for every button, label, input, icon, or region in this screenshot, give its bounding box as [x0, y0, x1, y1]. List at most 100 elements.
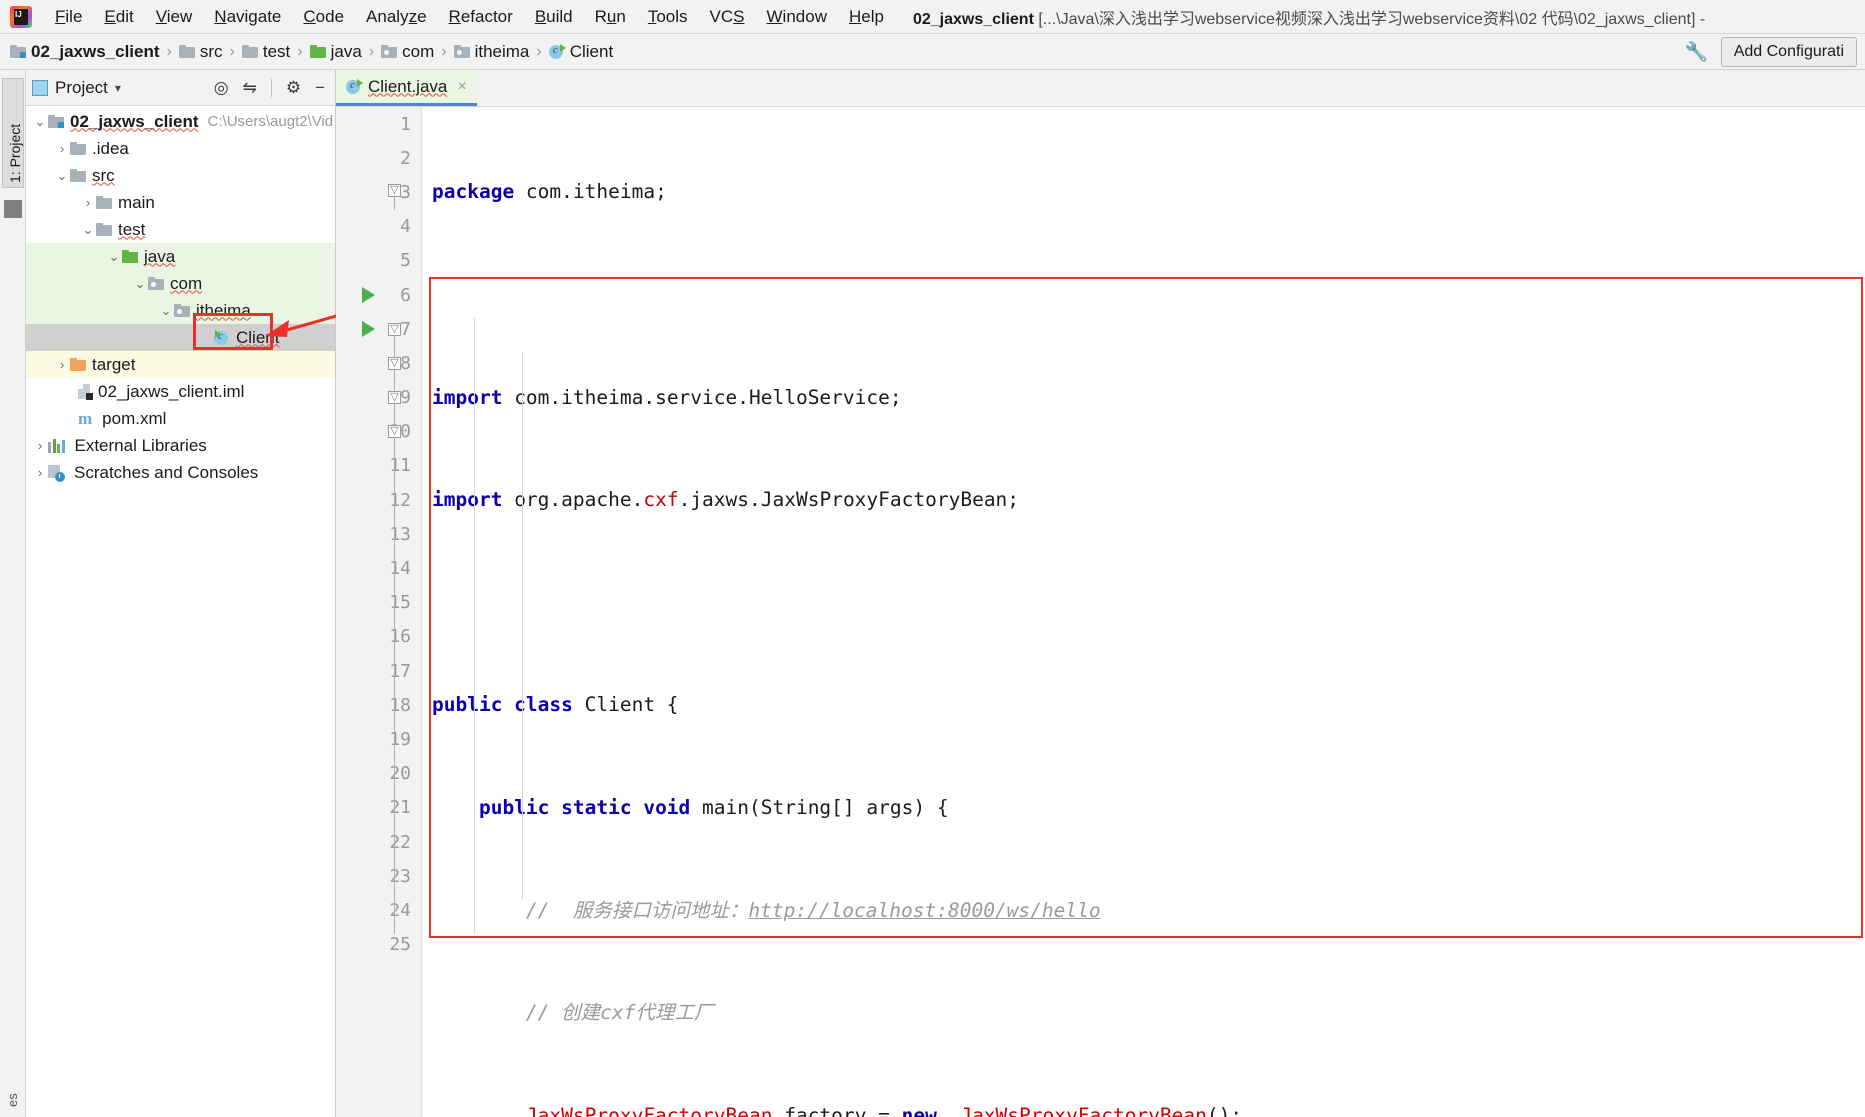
breadcrumb-item-client[interactable]: Client	[548, 41, 614, 62]
menu-view[interactable]: View	[145, 4, 204, 30]
line-number: 15	[389, 592, 411, 614]
tree-node-test[interactable]: ⌄ test	[26, 216, 335, 243]
code-line-10: JaxWsProxyFactoryBean factory = new JaxW…	[525, 1103, 1243, 1117]
menu-bar[interactable]: File Edit View Navigate Code Analyze Ref…	[44, 4, 895, 30]
tree-node-label: pom.xml	[102, 408, 167, 428]
close-icon[interactable]: ×	[457, 78, 466, 96]
iml-file-icon	[78, 383, 93, 400]
line-number: 18	[389, 694, 411, 716]
menu-build[interactable]: Build	[524, 4, 584, 30]
tree-node-main[interactable]: › main	[26, 189, 335, 216]
folder-icon	[96, 223, 112, 236]
expand-arrow-icon[interactable]: ›	[54, 357, 70, 372]
editor-tab-label: Client.java	[368, 76, 448, 96]
line-number: 6	[400, 284, 411, 306]
wrench-icon[interactable]	[1685, 40, 1709, 64]
tool-window-button-structure[interactable]	[4, 200, 22, 218]
run-method-gutter-icon[interactable]	[362, 321, 375, 337]
breadcrumb-item-com[interactable]: com	[381, 42, 434, 62]
chevron-down-icon[interactable]: ▾	[115, 81, 121, 95]
menu-vcs[interactable]: VCS	[699, 4, 756, 30]
intellij-logo-icon	[8, 4, 34, 30]
expand-arrow-icon[interactable]: ⌄	[54, 168, 70, 184]
fold-marker-imports[interactable]: ▽	[388, 184, 401, 197]
menu-navigate[interactable]: Navigate	[203, 4, 292, 30]
menu-file[interactable]: File	[44, 4, 93, 30]
line-number: 13	[389, 523, 411, 545]
tree-node-iml[interactable]: 02_jaxws_client.iml	[26, 378, 335, 405]
tree-node-external-libraries[interactable]: › External Libraries	[26, 432, 335, 459]
gear-icon[interactable]: ⚙	[286, 79, 301, 96]
tree-node-path: C:\Users\augt2\Vid	[207, 113, 334, 130]
code-line-9: // 创建cxf代理工厂	[432, 1001, 714, 1025]
tree-node-src[interactable]: ⌄ src	[26, 162, 335, 189]
fold-marker-method[interactable]: ▽	[388, 323, 401, 336]
expand-arrow-icon[interactable]: ›	[32, 438, 48, 453]
breadcrumb-label: com	[402, 41, 435, 61]
line-number: 16	[389, 626, 411, 648]
menu-refactor[interactable]: Refactor	[438, 4, 524, 30]
fold-marker-comment-3[interactable]: ▽	[388, 425, 401, 438]
line-number: 24	[389, 899, 411, 921]
navigation-bar: 02_jaxws_client › src › test › java › co…	[0, 34, 1865, 70]
menu-tools[interactable]: Tools	[637, 4, 699, 30]
collapse-all-icon[interactable]: ⇋	[243, 79, 257, 96]
tool-window-button-project[interactable]: 1: Project	[2, 78, 24, 188]
line-number: 20	[389, 763, 411, 785]
line-number: 3	[400, 181, 411, 203]
expand-arrow-icon[interactable]: ⌄	[132, 276, 148, 292]
tree-node-pom[interactable]: m pom.xml	[26, 405, 335, 432]
breadcrumb-item-java[interactable]: java	[309, 42, 362, 62]
breadcrumb-item-itheima[interactable]: itheima	[453, 42, 529, 62]
editor-tab-bar: Client.java ×	[336, 70, 1865, 107]
breadcrumb-item-test[interactable]: test	[241, 42, 290, 62]
code-text[interactable]: package com.itheima; import com.itheima.…	[422, 107, 1865, 1117]
menu-help[interactable]: Help	[838, 4, 895, 30]
project-tree: ⌄ 02_jaxws_client C:\Users\augt2\Vid › .…	[26, 106, 335, 486]
fold-marker-comment-2[interactable]: ▽	[388, 391, 401, 404]
breadcrumb-separator: ›	[297, 42, 303, 60]
line-number: 1	[400, 113, 411, 135]
breadcrumb-label: Client	[569, 41, 614, 61]
run-class-gutter-icon[interactable]	[362, 287, 375, 303]
tree-node-client[interactable]: Client	[26, 324, 335, 351]
breadcrumb-separator: ›	[441, 42, 447, 60]
tree-node-target[interactable]: › target	[26, 351, 335, 378]
tree-node-label: Scratches and Consoles	[74, 462, 259, 482]
expand-arrow-icon[interactable]: ›	[80, 195, 96, 210]
expand-arrow-icon[interactable]: ›	[32, 465, 48, 480]
minimize-icon[interactable]: −	[315, 79, 325, 96]
breadcrumb-item-src[interactable]: src	[178, 42, 223, 62]
tree-node-java[interactable]: ⌄ java	[26, 243, 335, 270]
tree-node-itheima[interactable]: ⌄ itheima	[26, 297, 335, 324]
menu-window[interactable]: Window	[756, 4, 838, 30]
editor-tab-client-java[interactable]: Client.java ×	[336, 70, 477, 106]
code-line-1: package com.itheima;	[432, 180, 667, 204]
tool-window-button-services[interactable]: es	[2, 1071, 24, 1111]
fold-marker-comment[interactable]: ▽	[388, 357, 401, 370]
folder-icon	[70, 169, 86, 182]
expand-arrow-icon[interactable]: ⌄	[32, 114, 48, 130]
locate-icon[interactable]: ◎	[214, 79, 229, 96]
editor-gutter[interactable]: 1 2 3 4 5 6 7 8 9 10 11 12 13 14 15 16 1…	[336, 107, 422, 1117]
line-number: 17	[389, 660, 411, 682]
tree-node-com[interactable]: ⌄ com	[26, 270, 335, 297]
expand-arrow-icon[interactable]: ›	[54, 141, 70, 156]
tree-node-scratches[interactable]: › Scratches and Consoles	[26, 459, 335, 486]
code-viewport: 1 2 3 4 5 6 7 8 9 10 11 12 13 14 15 16 1…	[336, 107, 1865, 1117]
expand-arrow-icon[interactable]: ⌄	[106, 249, 122, 265]
breadcrumb-item-module[interactable]: 02_jaxws_client	[10, 42, 160, 62]
menu-edit[interactable]: Edit	[93, 4, 144, 30]
menu-analyze[interactable]: Analyze	[355, 4, 438, 30]
menu-code[interactable]: Code	[292, 4, 355, 30]
expand-arrow-icon[interactable]: ⌄	[158, 303, 174, 319]
tree-node-idea[interactable]: › .idea	[26, 135, 335, 162]
menu-run[interactable]: Run	[584, 4, 637, 30]
tree-node-label: Client	[236, 327, 280, 347]
add-configuration-button[interactable]: Add Configurati	[1720, 36, 1857, 67]
project-panel-title[interactable]: Project ▾	[32, 78, 121, 98]
line-number: 7	[400, 318, 411, 340]
tree-node-module[interactable]: ⌄ 02_jaxws_client C:\Users\augt2\Vid	[26, 108, 335, 135]
expand-arrow-icon[interactable]: ⌄	[80, 222, 96, 238]
tree-node-label: External Libraries	[74, 435, 207, 455]
